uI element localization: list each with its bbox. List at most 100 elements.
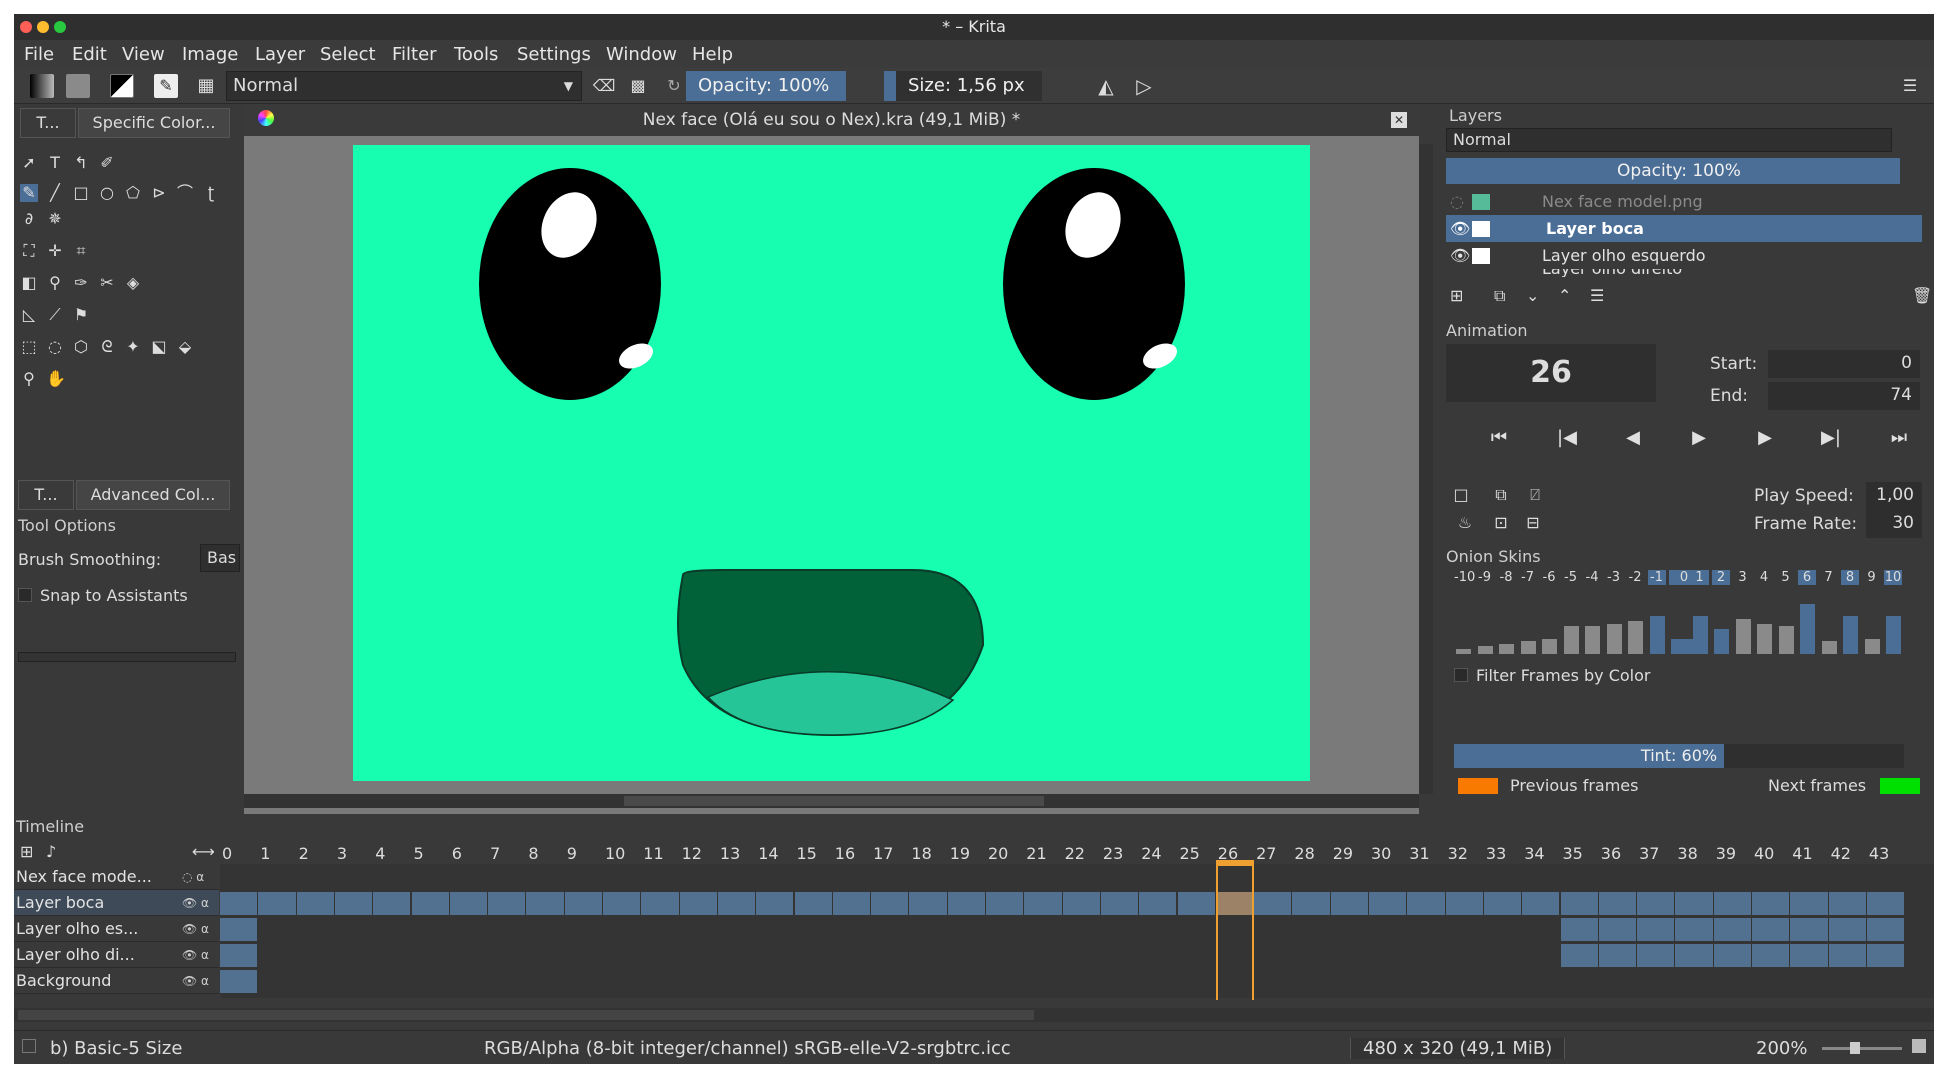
onion-offset-label[interactable]: 6 [1798,570,1816,585]
mirror-horizontal-icon[interactable]: ◭ [1094,74,1118,98]
frame-number[interactable]: 21 [1026,844,1046,863]
onion-offset-label[interactable]: 2 [1712,570,1730,585]
close-document-icon[interactable]: ✕ [1391,112,1407,128]
menu-select[interactable]: Select [320,44,376,65]
frame-grid[interactable] [220,864,1934,998]
tab-tool-options[interactable]: T... [18,480,74,510]
onion-offset-label[interactable]: -2 [1626,570,1644,585]
frame-number[interactable]: 6 [452,844,462,863]
keyframe-cell[interactable] [1024,892,1062,915]
keyframe-cell[interactable] [1292,892,1330,915]
frame-number[interactable]: 29 [1333,844,1353,863]
move-tool-icon[interactable]: ✛ [46,242,64,260]
keyframe-cell[interactable] [1100,892,1139,915]
keyframe-cell[interactable] [1598,944,1637,967]
drop-frames-icon[interactable]: ⊟ [1524,514,1542,532]
layer-flags-icon[interactable]: 👁 α [182,942,209,968]
onion-opacity-bar[interactable] [1585,626,1600,654]
current-frame-spinbox[interactable]: 26 [1446,344,1656,402]
onion-opacity-bar[interactable] [1477,646,1493,654]
color-swatch-icon[interactable] [110,74,134,98]
menu-settings[interactable]: Settings [517,44,591,65]
keyframe-cell[interactable] [411,892,449,915]
keyframe-cell[interactable] [449,892,488,915]
previous-frame-icon[interactable]: ◀ [1610,418,1656,458]
keyframe-cell[interactable] [526,892,564,915]
frame-number[interactable]: 3 [337,844,347,863]
keyframe-cell[interactable] [1445,892,1483,915]
menu-filter[interactable]: Filter [392,44,437,65]
play-icon[interactable]: ▶ [1676,418,1722,458]
keyframe-cell[interactable] [1790,918,1828,941]
frame-number[interactable]: 31 [1409,844,1429,863]
dynamic-brush-icon[interactable]: ∂ [20,210,38,228]
frame-number[interactable]: 36 [1601,844,1621,863]
canvas-only-icon[interactable] [1912,1039,1926,1053]
auto-frame-icon[interactable]: ⊡ [1492,514,1510,532]
onion-offset-label[interactable]: 9 [1863,570,1881,585]
frame-number[interactable]: 12 [682,844,702,863]
frame-number[interactable]: 0 [222,844,232,863]
keyframe-cell[interactable] [1713,918,1751,941]
first-frame-icon[interactable]: ⏮ [1476,418,1522,458]
polyline-tool-icon[interactable]: ⊳ [150,184,168,202]
vertical-scrollbar[interactable] [1419,144,1433,794]
menu-image[interactable]: Image [182,44,238,65]
size-slider[interactable]: Size: 1,56 px [884,71,1042,101]
color-picker-icon[interactable]: ⚲ [46,274,64,292]
keyframe-cell[interactable] [1062,892,1100,915]
frame-number[interactable]: 30 [1371,844,1391,863]
measure-tool-icon[interactable]: ◺ [20,306,38,324]
frame-number[interactable]: 10 [605,844,625,863]
frame-number[interactable]: 39 [1716,844,1736,863]
keyframe-cell[interactable] [1866,892,1905,915]
select-shapes-icon[interactable]: ➚ [20,154,38,172]
keyframe-cell[interactable] [1369,892,1407,915]
frame-number[interactable]: 13 [720,844,740,863]
keyframe-cell[interactable] [1790,944,1828,967]
previous-keyframe-icon[interactable]: |◀ [1544,418,1590,458]
eye-icon[interactable]: 👁 [1450,215,1470,242]
bezier-tool-icon[interactable]: ⌒ [176,184,194,202]
keyframe-cell[interactable] [220,970,258,993]
keyframe-cell[interactable] [1560,892,1598,915]
workspace-grid-icon[interactable]: ▦ [194,74,218,98]
brush-smoothing-select[interactable]: Bas [200,544,240,572]
frame-number[interactable]: 8 [528,844,538,863]
keyframe-cell[interactable] [1790,892,1828,915]
assistant-tool-icon[interactable]: ⟋ [46,306,64,324]
frame-number[interactable]: 27 [1256,844,1276,863]
keyframe-cell[interactable] [1866,944,1905,967]
frame-number[interactable]: 20 [988,844,1008,863]
frame-number[interactable]: 15 [797,844,817,863]
calligraphy-icon[interactable]: ✐ [98,154,116,172]
timeline-scrollbar[interactable] [14,1008,1934,1022]
onion-opacity-bar[interactable] [1649,616,1665,654]
keyframe-cell[interactable] [1637,944,1675,967]
rectangle-tool-icon[interactable]: □ [72,184,90,202]
frame-number[interactable]: 43 [1869,844,1889,863]
transform-tool-icon[interactable]: ⛶ [20,242,38,260]
frame-number[interactable]: 16 [835,844,855,863]
frame-number[interactable]: 4 [375,844,385,863]
horizontal-scrollbar[interactable] [244,794,1419,808]
keyframe-cell[interactable] [220,944,258,967]
keyframe-cell[interactable] [603,892,641,915]
keyframe-cell[interactable] [832,892,871,915]
alpha-lock-icon[interactable]: ▩ [626,74,650,98]
maximize-window-button[interactable] [54,21,66,33]
onion-offset-label[interactable]: -6 [1540,570,1558,585]
onion-offset-label[interactable]: -9 [1476,570,1494,585]
next-keyframe-icon[interactable]: ▶| [1808,418,1854,458]
gradient-tool-icon[interactable]: ◧ [20,274,38,292]
keyframe-cell[interactable] [564,892,602,915]
polygon-select-icon[interactable]: ⬡ [72,338,90,356]
tab-specific-color[interactable]: Specific Color... [78,108,230,138]
onion-opacity-bar[interactable] [1520,641,1536,654]
zoom-tool-icon[interactable]: ⚲ [20,370,38,388]
similar-select-icon[interactable]: ⬕ [150,338,168,356]
frame-number[interactable]: 1 [260,844,270,863]
layer-row-selected[interactable]: 👁 Layer boca [1446,215,1922,242]
onion-opacity-bar[interactable] [1542,639,1557,654]
onion-opacity-bar[interactable] [1886,616,1901,654]
